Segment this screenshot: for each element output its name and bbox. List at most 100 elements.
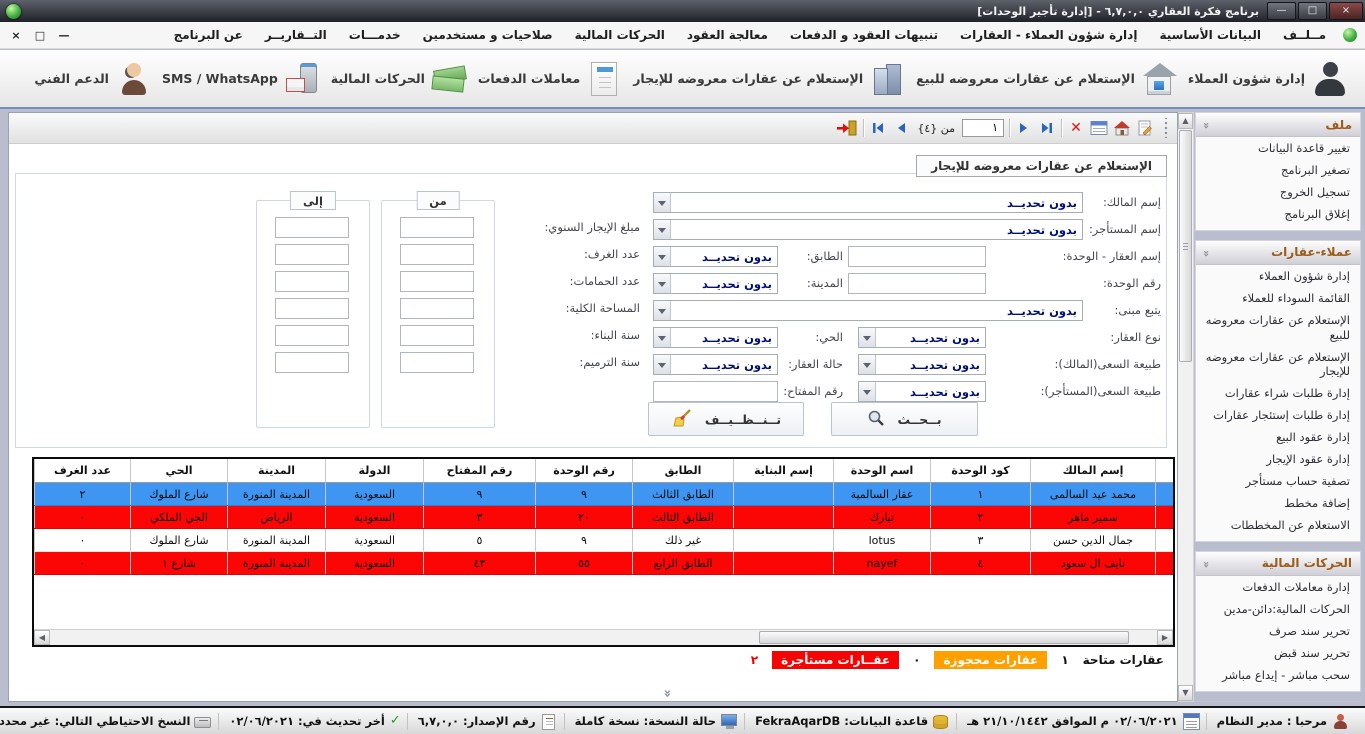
first-record-button[interactable] <box>869 118 887 138</box>
record-position-input[interactable]: ١ <box>962 119 1004 137</box>
column-header[interactable]: إسم المالك <box>1030 459 1155 483</box>
unit-number-input[interactable] <box>848 273 986 294</box>
menu-item[interactable]: مــلــف <box>1272 28 1337 42</box>
row-selector-cell[interactable] <box>1155 552 1173 574</box>
scrollbar-thumb[interactable] <box>759 631 1129 644</box>
sidebar-item[interactable]: تحرير سند صرف <box>1196 620 1360 642</box>
sidebar-item[interactable]: إدارة عقود البيع <box>1196 426 1360 448</box>
to-annual-rent-input[interactable] <box>275 217 349 238</box>
column-header[interactable]: الحي <box>130 459 227 483</box>
sidebar-item[interactable]: الإستعلام عن عقارات معروضه للبيع <box>1196 309 1360 346</box>
sidebar-item[interactable]: إدارة طلبات إستئجار عقارات <box>1196 404 1360 426</box>
close-button[interactable]: × <box>1329 2 1363 20</box>
sidebar-section-header[interactable]: الحركات المالية « <box>1196 552 1360 576</box>
table-horizontal-scrollbar[interactable]: ◀ ▶ <box>34 629 1173 645</box>
minimize-button[interactable]: — <box>1267 2 1296 20</box>
row-selector-cell[interactable] <box>1155 483 1173 505</box>
row-selector-cell[interactable] <box>1155 506 1173 528</box>
menu-item[interactable]: الحركات المالية <box>564 28 676 42</box>
sidebar-item[interactable]: إغلاق البرنامج <box>1196 203 1360 225</box>
sidebar-item[interactable]: إدارة شؤون العملاء <box>1196 265 1360 287</box>
edit-note-icon[interactable] <box>1136 118 1154 138</box>
column-header[interactable]: رقم المفتاح <box>423 459 535 483</box>
from-build-year-input[interactable] <box>400 325 474 346</box>
toolbar-item[interactable]: الإستعلام عن عقارات معروضه للبيع <box>916 60 1179 98</box>
sidebar-item[interactable]: تغيير قاعدة البيانات <box>1196 137 1360 159</box>
column-header[interactable]: كود الوحدة <box>930 459 1030 483</box>
from-renovation-year-input[interactable] <box>400 352 474 373</box>
menu-item[interactable]: البيانات الأساسية <box>1148 28 1272 42</box>
column-header[interactable]: رقم الوحدة <box>535 459 632 483</box>
to-bathrooms-input[interactable] <box>275 271 349 292</box>
from-total-area-input[interactable] <box>400 298 474 319</box>
chevron-down-icon[interactable] <box>859 382 876 401</box>
scroll-down-arrow[interactable]: ▼ <box>1178 685 1193 701</box>
chevron-down-icon[interactable] <box>654 193 671 212</box>
column-header[interactable]: الطابق <box>632 459 733 483</box>
parent-building-select[interactable]: بدون تحديــد <box>653 300 1083 321</box>
menu-item[interactable]: صلاحيات و مستخدمين <box>412 28 564 42</box>
sidebar-scrollbar[interactable]: ▲ ▼ <box>1177 112 1194 702</box>
column-header[interactable]: إسم البناية <box>733 459 833 483</box>
scroll-up-arrow[interactable]: ▲ <box>1178 113 1193 129</box>
sidebar-section-partial[interactable] <box>1195 701 1361 702</box>
toolbar-item[interactable]: الحركات المالية <box>331 60 469 98</box>
sidebar-item[interactable]: إدارة عقود الإيجار <box>1196 448 1360 470</box>
sidebar-section-header[interactable]: ملف « <box>1196 113 1360 137</box>
table-row[interactable]: جمال الدين حسن ٣ lotus غير ذلك ٩ ٥ السعو… <box>34 529 1173 552</box>
price-nature-owner-select[interactable]: بدون تحديــد <box>858 354 986 375</box>
sidebar-item[interactable]: تحرير سند قبض <box>1196 642 1360 664</box>
city-select[interactable]: بدون تحديــد <box>653 273 778 294</box>
chevron-down-icon[interactable] <box>654 301 671 320</box>
previous-record-button[interactable] <box>892 118 910 138</box>
chevron-down-icon[interactable] <box>654 247 671 266</box>
sidebar-item[interactable]: إدارة طلبات شراء عقارات <box>1196 382 1360 404</box>
column-header[interactable]: عدد الغرف <box>34 459 130 483</box>
chevron-down-icon[interactable] <box>859 355 876 374</box>
restore-button[interactable]: □ <box>1298 2 1327 20</box>
sidebar-item[interactable]: الاستعلام عن المخططات <box>1196 514 1360 536</box>
clean-button[interactable]: تــنــظــيــف <box>648 402 804 436</box>
last-record-button[interactable] <box>1038 118 1056 138</box>
price-nature-tenant-select[interactable]: بدون تحديــد <box>858 381 986 402</box>
chevron-down-icon[interactable] <box>654 328 671 347</box>
chevron-down-icon[interactable] <box>654 274 671 293</box>
scroll-left-arrow[interactable]: ◀ <box>34 630 50 645</box>
to-total-area-input[interactable] <box>275 298 349 319</box>
sidebar-item[interactable]: القائمة السوداء للعملاء <box>1196 287 1360 309</box>
mdi-restore-button[interactable]: □ <box>32 29 48 42</box>
collapse-panel-chevron-icon[interactable]: « <box>660 689 675 695</box>
mdi-minimize-button[interactable]: — <box>56 29 72 42</box>
from-rooms-input[interactable] <box>400 244 474 265</box>
column-header[interactable]: المدينة <box>227 459 325 483</box>
chevron-down-icon[interactable] <box>654 355 671 374</box>
toolbar-item[interactable]: الدعم الفني <box>34 60 153 98</box>
sidebar-item[interactable]: إدارة معاملات الدفعات <box>1196 576 1360 598</box>
column-header[interactable]: الدولة <box>325 459 423 483</box>
to-build-year-input[interactable] <box>275 325 349 346</box>
search-button[interactable]: بــحــث <box>831 402 978 436</box>
key-number-input[interactable] <box>653 381 778 402</box>
delete-icon[interactable]: ✕ <box>1067 118 1085 138</box>
owner-name-select[interactable]: بدون تحديــد <box>653 192 1083 213</box>
mdi-close-button[interactable]: × <box>8 29 24 42</box>
sidebar-section-header[interactable]: عملاء-عقارات « <box>1196 241 1360 265</box>
sidebar-item[interactable]: سحب مباشر - إيداع مباشر <box>1196 664 1360 686</box>
scrollbar-thumb[interactable] <box>1179 130 1192 362</box>
property-status-select[interactable]: بدون تحديــد <box>653 354 778 375</box>
sidebar-item[interactable]: الإستعلام عن عقارات معروضه للإيجار <box>1196 346 1360 383</box>
district-select[interactable]: بدون تحديــد <box>653 327 778 348</box>
toolbar-item[interactable]: إدارة شؤون العملاء <box>1188 60 1349 98</box>
sidebar-item[interactable]: تصغير البرنامج <box>1196 159 1360 181</box>
table-row[interactable]: سمير ماهر ٢ تبارك الطابق الثالث ٢٠ ٣ الس… <box>34 506 1173 529</box>
row-selector-cell[interactable] <box>1155 529 1173 551</box>
menu-item[interactable]: معالجة العقود <box>676 28 779 42</box>
menu-item[interactable]: التــقاريــر <box>254 28 338 42</box>
calendar-icon[interactable] <box>1090 118 1108 138</box>
floor-select[interactable]: بدون تحديــد <box>653 246 778 267</box>
toolbar-item[interactable]: معاملات الدفعات <box>478 60 624 98</box>
property-house-icon[interactable] <box>1113 118 1131 138</box>
toolbar-item[interactable]: SMS / WhatsApp <box>162 60 322 98</box>
to-rooms-input[interactable] <box>275 244 349 265</box>
next-record-button[interactable] <box>1015 118 1033 138</box>
